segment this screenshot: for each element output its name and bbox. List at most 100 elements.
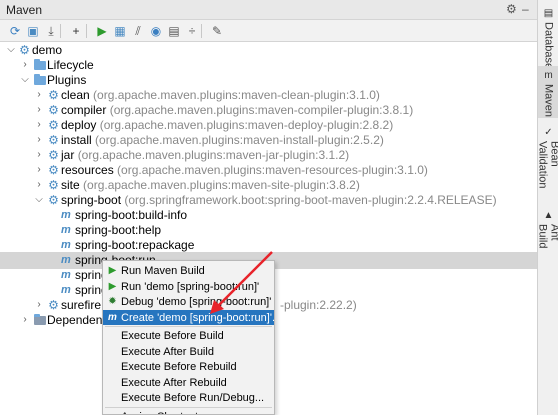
menu-item[interactable]: Execute Before Rebuild	[103, 359, 274, 375]
chevron-down-icon[interactable]: ⌵	[20, 73, 30, 87]
menu-item[interactable]: Execute Before Build	[103, 328, 274, 344]
skip-tests-icon[interactable]: ◉	[147, 22, 165, 40]
tree-node-label: site (org.apache.maven.plugins:maven-sit…	[61, 178, 360, 192]
menu-item[interactable]: ▶ Run Maven Build	[103, 263, 274, 279]
side-tab-database[interactable]: ▤ Database	[538, 4, 558, 69]
chevron-right-icon[interactable]: ›	[34, 178, 44, 192]
side-tab-label: Maven	[542, 84, 555, 118]
tree-node-label: clean (org.apache.maven.plugins:maven-cl…	[61, 88, 380, 102]
menu-item-label: Run Maven Build	[121, 265, 205, 277]
tree-node-label: resources (org.apache.maven.plugins:mave…	[61, 163, 428, 177]
menu-item[interactable]: Execute After Build	[103, 344, 274, 360]
menu-separator	[105, 406, 272, 408]
menu-item[interactable]: ✹ Debug 'demo [spring-boot:run]'	[103, 294, 274, 310]
chevron-right-icon[interactable]: ›	[34, 118, 44, 132]
toggle-offline-icon[interactable]: ⫽	[129, 22, 147, 40]
run-icon[interactable]: ▶	[93, 22, 111, 40]
maven-toolbar: ⟳ ▣ ⤓ + ▶ ▦ ⫽ ◉ ▤ ÷ ✎	[0, 20, 537, 42]
minimize-icon[interactable]: –	[522, 2, 529, 16]
chevron-right-icon[interactable]: ›	[20, 313, 30, 327]
plugin-icon: ⚙	[48, 163, 59, 177]
toolbar-separator	[201, 24, 202, 38]
maven-tool-window: Maven ⚙ – ⟳ ▣ ⤓ + ▶ ▦ ⫽ ◉ ▤ ÷ ✎ ⌵ ⚙ demo › Lifecyc…	[0, 0, 537, 415]
side-tab-maven[interactable]: m Maven	[538, 66, 558, 118]
menu-item[interactable]: ▶ Run 'demo [spring-boot:run]'	[103, 279, 274, 295]
tree-node-label: install (org.apache.maven.plugins:maven-…	[61, 133, 384, 147]
reload-icon[interactable]: ⟳	[6, 22, 24, 40]
folder-icon	[34, 59, 47, 72]
tree-node-detail-tail: -plugin:2.22.2)	[280, 298, 357, 312]
tree-node-label: Lifecycle	[47, 58, 94, 72]
chevron-down-icon[interactable]: ⌵	[6, 43, 16, 57]
tree-node-label: spring-boot:build-info	[75, 208, 188, 222]
tree-node-label: Plugins	[47, 73, 87, 87]
menu-item-label: Execute Before Run/Debug...	[121, 392, 265, 404]
right-tool-strip: ▤ Database m Maven ✓ Bean Validation ▲ Ant Buil…	[537, 0, 558, 415]
plugin-icon: ⚙	[48, 118, 59, 132]
side-tab-ant-build[interactable]: ▲ Ant Build	[536, 206, 558, 260]
menu-item[interactable]: Execute After Rebuild	[103, 375, 274, 391]
tree-node-label: spring-boot:help	[75, 223, 162, 237]
maven-settings-icon[interactable]: ✎	[208, 22, 226, 40]
plugin-icon: ⚙	[48, 148, 59, 162]
tree-node-label: spring-boot:repackage	[75, 238, 195, 252]
chevron-right-icon[interactable]: ›	[34, 133, 44, 147]
run-icon: ▶	[108, 280, 117, 292]
chevron-down-icon[interactable]: ⌵	[34, 193, 44, 207]
maven-goal-icon: m	[61, 224, 71, 236]
side-tab-icon: m	[544, 70, 553, 81]
plugin-icon: ⚙	[48, 133, 59, 147]
side-tab-label: Bean Validation	[536, 141, 558, 189]
side-tab-label: Ant Build	[536, 224, 558, 249]
plugin-icon: ⚙	[48, 178, 59, 192]
context-menu: ▶ Run Maven Build ▶ Run 'demo [spring-boot:…	[102, 260, 275, 415]
tree-node-label: compiler (org.apache.maven.plugins:maven…	[61, 103, 414, 117]
menu-item[interactable]: Assign Shortcut...	[103, 409, 274, 415]
maven-project-icon: ⚙	[19, 43, 30, 57]
menu-item-label: Debug 'demo [spring-boot:run]'	[121, 296, 272, 308]
add-icon[interactable]: +	[67, 22, 85, 40]
menu-item-label: Execute After Rebuild	[121, 376, 227, 389]
menu-separator	[105, 326, 272, 327]
maven-goal-icon: m	[61, 239, 71, 251]
toolbar-separator	[60, 24, 61, 38]
menu-item-label: Execute After Build	[121, 345, 214, 358]
chevron-right-icon[interactable]: ›	[34, 103, 44, 117]
menu-item-label: Execute Before Build	[121, 330, 224, 342]
add-project-icon[interactable]: ▣	[24, 22, 42, 40]
collapse-all-icon[interactable]: ÷	[183, 22, 201, 40]
run-icon: ▶	[108, 265, 117, 276]
tool-window-header: Maven ⚙ –	[0, 0, 537, 20]
chevron-right-icon[interactable]: ›	[34, 163, 44, 177]
maven-goal-icon: m	[61, 284, 71, 296]
side-tab-bean-validation[interactable]: ✓ Bean Validation	[536, 123, 558, 201]
menu-item-label: Execute Before Rebuild	[121, 361, 237, 373]
menu-item-label: Assign Shortcut...	[121, 410, 207, 415]
show-dependencies-icon[interactable]: ▤	[165, 22, 183, 40]
side-tab-icon: ▲	[543, 210, 554, 221]
dependencies-icon	[34, 314, 47, 327]
maven-goal-icon: m	[61, 209, 71, 221]
plugin-icon: ⚙	[48, 298, 59, 312]
menu-item-label: Create 'demo [spring-boot:run]'...	[121, 311, 275, 324]
chevron-right-icon[interactable]: ›	[20, 58, 30, 72]
debug-icon: ✹	[108, 296, 117, 307]
gear-icon[interactable]: ⚙	[506, 2, 517, 16]
chevron-right-icon[interactable]: ›	[34, 148, 44, 162]
plugin-icon: ⚙	[48, 103, 59, 117]
tool-window-title: Maven	[6, 3, 43, 17]
chevron-right-icon[interactable]: ›	[34, 88, 44, 102]
maven-goal-icon: m	[61, 254, 71, 266]
toolbar-separator	[86, 24, 87, 38]
tree-node-label: spring-boot (org.springframework.boot:sp…	[61, 193, 497, 207]
side-tab-icon: ✓	[544, 127, 553, 138]
chevron-right-icon[interactable]: ›	[34, 298, 44, 312]
menu-item[interactable]: Execute Before Run/Debug...	[103, 390, 274, 406]
tree-node-label: demo	[32, 43, 63, 57]
side-tab-icon: ▤	[543, 8, 554, 19]
execute-goal-icon[interactable]: ▦	[111, 22, 129, 40]
download-icon[interactable]: ⤓	[42, 22, 60, 40]
menu-item[interactable]: m Create 'demo [spring-boot:run]'...	[103, 309, 275, 325]
menu-item-label: Run 'demo [spring-boot:run]'	[121, 280, 260, 293]
folder-icon	[34, 74, 47, 87]
